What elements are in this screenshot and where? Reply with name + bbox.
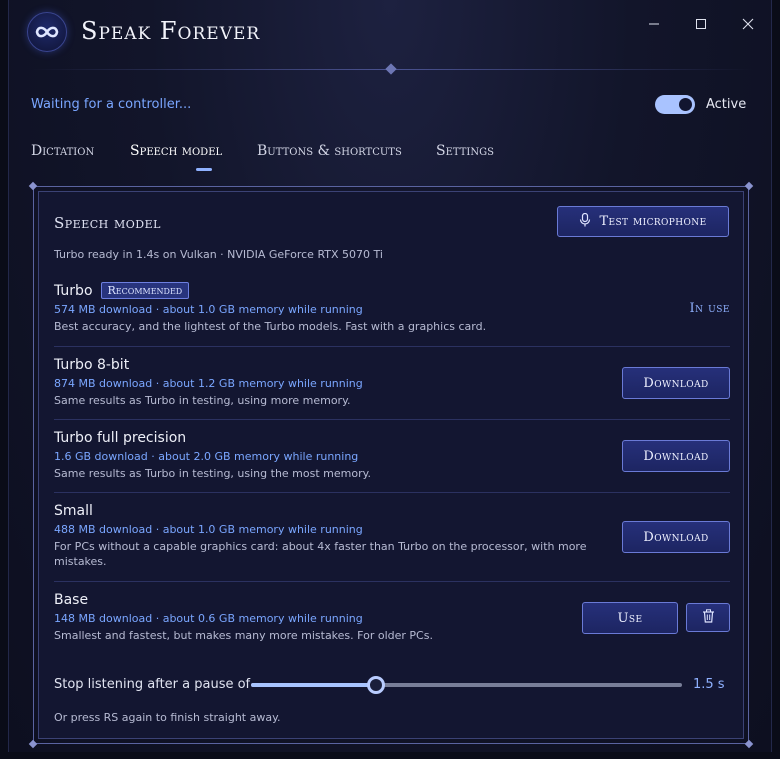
tab-speech-model[interactable]: Speech model (130, 143, 222, 159)
minimize-icon[interactable] (643, 14, 665, 34)
microphone-icon (579, 212, 591, 231)
close-icon[interactable] (737, 14, 759, 34)
app-window: Speak Forever Waiting for a controller..… (8, 0, 772, 752)
pause-slider-value: 1.5 s (693, 677, 725, 692)
active-label: Active (706, 97, 747, 112)
infinity-logo-icon (27, 12, 67, 52)
model-description: Best accuracy, and the lightest of the T… (54, 320, 487, 333)
model-name: Turbo (54, 282, 93, 299)
controller-status: Waiting for a controller... (31, 97, 192, 112)
row-divider (54, 419, 730, 420)
title-bar: Speak Forever (9, 0, 771, 64)
pause-slider-fill (251, 683, 376, 687)
delete-model-button[interactable] (686, 603, 730, 632)
tab-settings[interactable]: Settings (436, 143, 494, 159)
section-title: Speech model (54, 214, 161, 232)
maximize-icon[interactable] (690, 14, 712, 34)
corner-ornament (28, 739, 38, 749)
test-microphone-label: Test microphone (599, 214, 707, 229)
corner-ornament (744, 739, 754, 749)
corner-ornament (28, 181, 38, 191)
pause-slider-track[interactable] (251, 676, 682, 694)
engine-status: Turbo ready in 1.4s on Vulkan · NVIDIA G… (54, 248, 383, 261)
panel-body: Speech model Test microphone Turbo ready… (38, 191, 744, 739)
test-microphone-button[interactable]: Test microphone (557, 206, 729, 237)
row-divider (54, 346, 730, 347)
divider-ornament (385, 63, 397, 75)
pause-slider-label: Stop listening after a pause of (54, 677, 251, 692)
model-name: Small (54, 503, 93, 519)
tab-buttons-shortcuts[interactable]: Buttons & shortcuts (257, 143, 402, 159)
model-name: Base (54, 592, 89, 608)
toggle-knob (679, 98, 692, 111)
pause-slider-thumb[interactable] (366, 676, 385, 694)
model-size: 574 MB download · about 1.0 GB memory wh… (54, 303, 363, 316)
finish-hint: Or press RS again to finish straight awa… (54, 711, 281, 724)
row-divider (54, 581, 730, 582)
tab-dictation[interactable]: Dictation (31, 143, 94, 159)
download-button[interactable]: Download (622, 367, 730, 399)
model-row-turbo: Turbo Recommended 574 MB download · abou… (54, 282, 730, 334)
app-title: Speak Forever (81, 17, 261, 45)
model-description: For PCs without a capable graphics card:… (54, 540, 587, 568)
speech-model-panel: Speech model Test microphone Turbo ready… (28, 181, 754, 749)
download-button[interactable]: Download (622, 440, 730, 472)
corner-ornament (744, 181, 754, 191)
model-name: Turbo 8-bit (54, 357, 130, 373)
row-divider (54, 492, 730, 493)
download-button[interactable]: Download (622, 521, 730, 553)
model-name: Turbo full precision (54, 430, 187, 446)
trash-icon (702, 608, 715, 627)
active-tab-indicator (196, 168, 212, 171)
use-button[interactable]: Use (582, 602, 678, 634)
active-toggle[interactable] (655, 95, 695, 114)
in-use-status: In use (689, 301, 730, 316)
recommended-badge: Recommended (100, 282, 190, 299)
